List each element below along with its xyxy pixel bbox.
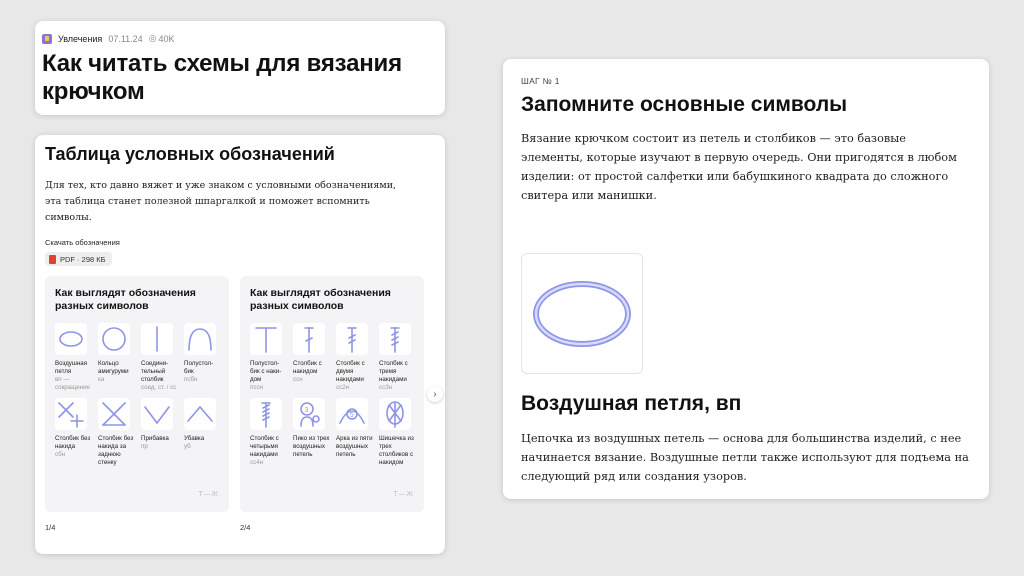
symbol-name: Воздушная петля (55, 360, 88, 375)
brand-logo: Т—Ж (393, 491, 414, 498)
circle-icon (98, 323, 130, 355)
step-label: ШАГ № 1 (521, 76, 560, 86)
symbol-item: 5 Арка из пяти воздушных петель (336, 398, 374, 467)
slide-counter: 1/4 (45, 523, 56, 532)
category-icon (42, 33, 52, 44)
brand-logo: Т—Ж (198, 491, 219, 498)
article-header-card: Увлечения 07.11.24 ◎ 40K Как читать схем… (35, 21, 445, 115)
slide-title: Как выглядят обозначения разных символов (55, 287, 196, 312)
symbol-item: Столбик с тремя накидами сс3н (379, 323, 417, 392)
symbol-name: Кольцо амигуруми (98, 360, 129, 375)
carousel-slide-2: Как выглядят обозначения разных символов… (240, 276, 424, 512)
symbols-table-card: Таблица условных обозначений Для тех, кт… (35, 135, 445, 554)
symbol-item: Столбик без накида за заднюю стенку (98, 398, 136, 467)
chevron-right-icon: › (433, 388, 437, 400)
symbol-item: Соедини-тельный столбик соед. ст. / сс (141, 323, 179, 392)
pdf-icon (49, 254, 56, 264)
symbol-abbreviation: сс2н (336, 384, 350, 391)
step-description: Вязание крючком состоит из петель и стол… (521, 132, 957, 202)
symbol-name: Пико из трех воздушных петель (293, 435, 330, 458)
symbol-abbreviation: пссн (250, 384, 263, 391)
t-three-bars-icon (379, 323, 411, 355)
t-four-bars-icon (250, 398, 282, 430)
symbol-grid: Воздушная петля вп — сокращение Кольцо ами… (55, 323, 219, 467)
x-plus-icon (55, 398, 87, 430)
symbol-name: Столбик без накида (55, 435, 91, 450)
symbol-item: Шишечка из трех столбиков с накидом (379, 398, 417, 467)
view-count: 40K (158, 33, 175, 44)
symbol-item: Столбик с четырьмя накидами сс4н (250, 398, 288, 467)
symbol-item: Полустол-бик псбн (184, 323, 222, 392)
symbol-name: Прибавка (141, 435, 169, 442)
symbol-item: Кольцо амигуруми ка (98, 323, 136, 392)
symbol-name: Соедини-тельный столбик (141, 360, 169, 383)
symbol-item: 3 Пико из трех воздушных петель (293, 398, 331, 467)
symbol-description: Цепочка из воздушных петель — основа для… (521, 432, 969, 483)
oval-icon (533, 280, 631, 347)
symbol-item: Столбик с двумя накидами сс2н (336, 323, 374, 392)
symbol-item: Прибавка пр (141, 398, 179, 467)
symbol-abbreviation: сс3н (379, 384, 393, 391)
publish-date: 07.11.24 (108, 33, 143, 44)
symbol-item: Воздушная петля вп — сокращение (55, 323, 93, 392)
symbol-name: Убавка (184, 435, 205, 442)
symbol-item: Убавка уб (184, 398, 222, 467)
eye-icon: ◎ (148, 33, 157, 43)
symbol-name: Столбик с четырьмя накидами (250, 435, 279, 458)
symbol-name: Столбик с двумя накидами (336, 360, 365, 383)
symbol-title: Воздушная петля, вп (521, 392, 742, 415)
symbols-carousel[interactable]: Как выглядят обозначения разных символов… (45, 276, 443, 512)
section-intro: Для тех, кто давно вяжет и уже знаком с … (45, 180, 397, 223)
symbol-name: Полустол-бик (184, 360, 214, 375)
t-shape-icon (250, 323, 282, 355)
symbol-name: Столбик без накида за заднюю стенку (98, 435, 134, 466)
symbol-name: Столбик с накидом (293, 360, 322, 375)
section-heading: Таблица условных обозначений (45, 144, 335, 164)
symbol-abbreviation: псбн (184, 376, 198, 383)
vertical-line-icon (141, 323, 173, 355)
symbol-name: Арка из пяти воздушных петель (336, 435, 373, 458)
page-title: Как читать схемы для вязания крючком (42, 50, 402, 105)
symbol-name: Столбик с тремя накидами (379, 360, 408, 383)
x-crossed-icon (98, 398, 130, 430)
download-label: Скачать обозначения (45, 238, 120, 247)
symbol-item: Столбик без накида сбн (55, 398, 93, 467)
t-one-bar-icon (293, 323, 325, 355)
symbol-abbreviation: вп — сокращение (55, 376, 90, 391)
v-shape-icon (141, 398, 173, 430)
arch-five-icon: 5 (336, 398, 368, 430)
category-link[interactable]: Увлечения (58, 34, 102, 44)
article-meta: Увлечения 07.11.24 ◎ 40K (42, 33, 439, 44)
symbol-name: Полустол-бик с наки-дом (250, 360, 282, 383)
symbol-abbreviation: уб (184, 443, 191, 450)
oval-icon (55, 323, 87, 355)
symbol-name: Шишечка из трех столбиков с накидом (379, 435, 414, 466)
svg-text:5: 5 (350, 412, 354, 419)
symbol-abbreviation: сс4н (250, 459, 264, 466)
bobble-icon (379, 398, 411, 430)
symbol-abbreviation: пр (141, 443, 148, 450)
step-card: ШАГ № 1 Запомните основные символы Вязан… (503, 59, 989, 499)
carousel-slide-1: Как выглядят обозначения разных символов… (45, 276, 229, 512)
symbol-abbreviation: ссн (293, 376, 303, 383)
picot-icon: 3 (293, 398, 325, 430)
symbol-item: Полустол-бик с наки-дом пссн (250, 323, 288, 392)
pdf-download-button[interactable]: PDF · 298 КБ (45, 252, 112, 266)
caret-up-icon (184, 398, 216, 430)
symbol-grid: Полустол-бик с наки-дом пссн Столбик с нак… (250, 323, 414, 467)
chain-stitch-symbol-image (521, 253, 643, 374)
symbol-item: Столбик с накидом ссн (293, 323, 331, 392)
symbol-abbreviation: ка (98, 376, 105, 383)
step-heading: Запомните основные символы (521, 93, 848, 116)
slide-counter: 2/4 (240, 523, 251, 532)
symbol-abbreviation: соед. ст. / сс (141, 384, 177, 391)
arch-icon (184, 323, 216, 355)
pdf-file-info: PDF · 298 КБ (60, 254, 106, 264)
slide-title: Как выглядят обозначения разных символов (250, 287, 391, 312)
carousel-next-button[interactable]: › (427, 386, 443, 402)
svg-text:3: 3 (305, 407, 309, 414)
t-two-bars-icon (336, 323, 368, 355)
symbol-abbreviation: сбн (55, 451, 66, 458)
